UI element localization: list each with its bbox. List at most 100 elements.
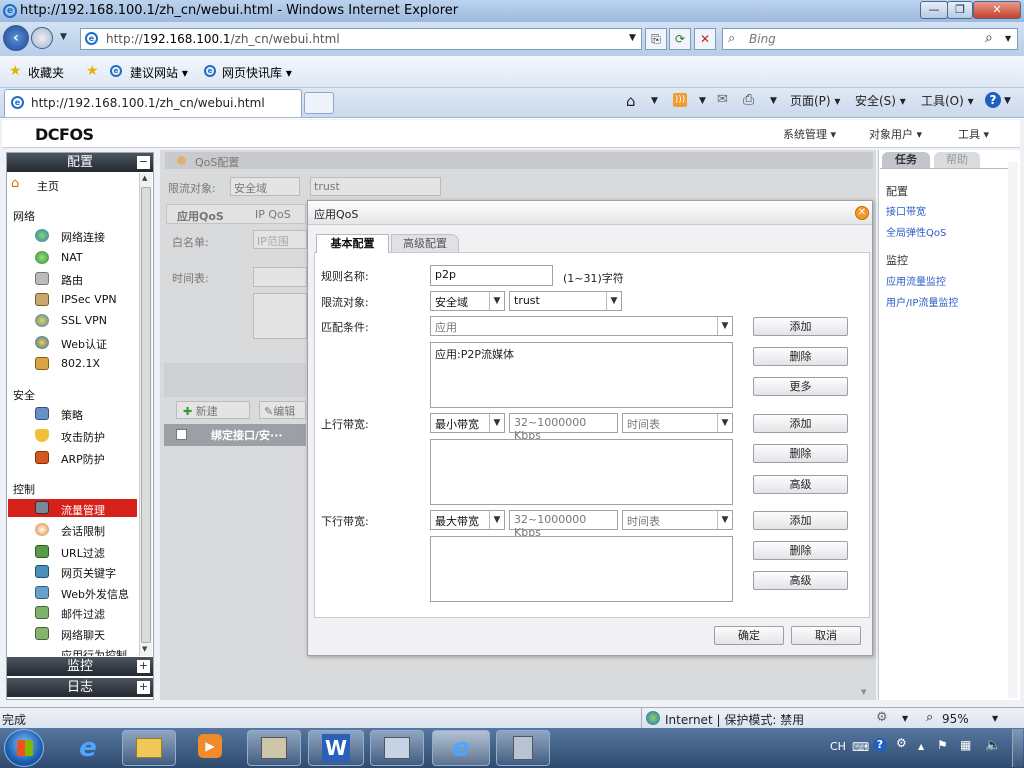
show-desktop-button[interactable] — [1012, 729, 1023, 767]
column-bind-interface[interactable]: 绑定接口/安··· — [211, 427, 283, 443]
scroll-up-icon[interactable]: ▲ — [142, 174, 147, 182]
search-input[interactable]: ⌕ Bing ⌕ ▼ — [722, 28, 1018, 50]
taskbar-word-icon[interactable]: W — [308, 730, 364, 766]
home-icon[interactable]: ⌂ — [626, 92, 636, 110]
help-icon[interactable]: ? — [985, 92, 1001, 108]
menu-system-management[interactable]: 系统管理 ▾ — [783, 126, 836, 142]
tray-expand-icon[interactable]: ▲ — [918, 742, 924, 751]
downstream-schedule-select[interactable]: 时间表 ▼ — [622, 510, 733, 530]
tab-ip-qos[interactable]: IP QoS — [255, 208, 291, 221]
edit-button[interactable]: ✎编辑 — [259, 401, 306, 419]
expand-icon[interactable]: + — [137, 681, 150, 694]
match-condition-select[interactable]: 应用 ▼ — [430, 316, 733, 336]
add-favorite-icon[interactable]: ★ — [86, 63, 99, 79]
tab-help[interactable]: 帮助 — [934, 152, 980, 168]
bg-trust-select[interactable]: trust — [310, 177, 441, 196]
safety-menu[interactable]: 安全(S) ▾ — [855, 92, 906, 109]
link-interface-bandwidth[interactable]: 接口带宽 — [886, 203, 926, 218]
new-tab-button[interactable] — [304, 92, 334, 114]
list-item[interactable]: 应用:P2P流媒体 — [435, 346, 514, 362]
tools-menu[interactable]: 工具(O) ▾ — [921, 92, 974, 109]
menu-tools[interactable]: 工具 ▾ — [958, 126, 989, 142]
feeds-dropdown-icon[interactable]: ▼ — [699, 96, 706, 106]
sidebar-item-ipsec-vpn[interactable]: IPSec VPN — [61, 293, 117, 306]
print-dropdown-icon[interactable]: ▼ — [770, 96, 777, 106]
search-icon[interactable]: ⌕ — [985, 30, 993, 46]
task-scrollbar[interactable] — [1008, 162, 1018, 698]
zoom-icon[interactable]: ⌕ — [926, 710, 933, 725]
sidebar-item-session-limit[interactable]: 会话限制 — [61, 523, 105, 539]
link-app-traffic-monitor[interactable]: 应用流量监控 — [886, 273, 946, 288]
feeds-icon[interactable]: ))) — [673, 93, 687, 107]
upstream-mode-select[interactable]: 最小带宽 ▼ — [430, 413, 505, 433]
tab-app-qos[interactable]: 应用QoS — [177, 208, 224, 224]
downstream-advanced-button[interactable]: 高级 — [753, 571, 848, 590]
refresh-icon[interactable]: ⟳ — [669, 28, 691, 50]
network-tray-icon[interactable]: ▦ — [960, 738, 971, 752]
upstream-rule-list[interactable] — [430, 439, 733, 505]
help-dropdown-icon[interactable]: ▼ — [1004, 96, 1011, 106]
zoom-dropdown-icon[interactable]: ▼ — [992, 714, 998, 723]
zone-select[interactable]: trust ▼ — [509, 291, 622, 311]
popup-blocker-icon[interactable]: ⚙ — [876, 710, 888, 725]
sidebar-item-arp-protection[interactable]: ARP防护 — [61, 451, 105, 467]
sidebar-item-routing[interactable]: 路由 — [61, 272, 83, 288]
sidebar-scrollbar[interactable]: ▲ ▼ — [139, 173, 152, 656]
upstream-advanced-button[interactable]: 高级 — [753, 475, 848, 494]
downstream-delete-button[interactable]: 删除 — [753, 541, 848, 560]
forward-icon[interactable]: › — [31, 27, 53, 49]
close-window-button[interactable]: ✕ — [973, 1, 1021, 19]
history-dropdown-icon[interactable]: ▼ — [60, 32, 67, 42]
taskbar-explorer-icon[interactable] — [122, 730, 176, 766]
ime-help-icon[interactable]: ? — [873, 738, 887, 752]
sidebar-item-url-filter[interactable]: URL过滤 — [61, 545, 105, 561]
rule-name-input[interactable]: p2p — [430, 265, 553, 286]
downstream-add-button[interactable]: 添加 — [753, 511, 848, 530]
print-icon[interactable]: ⎙ — [743, 92, 754, 108]
taskbar-ie-window[interactable]: e — [432, 730, 490, 766]
select-all-checkbox[interactable] — [176, 429, 187, 440]
sidebar-item-ssl-vpn[interactable]: SSL VPN — [61, 314, 107, 327]
match-more-button[interactable]: 更多 — [753, 377, 848, 396]
sidebar-item-web-keyword[interactable]: 网页关键字 — [61, 565, 116, 581]
tab-basic-config[interactable]: 基本配置 — [316, 234, 389, 253]
ip-range-input[interactable]: IP范围 — [253, 230, 307, 249]
match-add-button[interactable]: 添加 — [753, 317, 848, 336]
sidebar-config-header[interactable]: 配置 − — [7, 153, 153, 172]
link-global-elastic-qos[interactable]: 全局弹性QoS — [886, 224, 946, 239]
downstream-rule-list[interactable] — [430, 536, 733, 602]
start-button[interactable] — [4, 729, 44, 767]
downstream-rate-input[interactable]: 32~1000000 Kbps — [509, 510, 618, 539]
upstream-rate-input[interactable]: 32~1000000 Kbps — [509, 413, 618, 442]
address-dropdown-icon[interactable]: ▼ — [629, 33, 636, 43]
sidebar-item-mail-filter[interactable]: 邮件过滤 — [61, 606, 105, 622]
action-center-icon[interactable]: ⚑ — [937, 738, 948, 752]
sidebar-monitor-header[interactable]: 监控 + — [7, 657, 153, 676]
sidebar-item-nat[interactable]: NAT — [61, 251, 83, 264]
restore-button[interactable]: ❐ — [947, 1, 973, 19]
ok-button[interactable]: 确定 — [714, 626, 784, 645]
bg-schedule-input[interactable] — [253, 267, 307, 287]
security-zone-text[interactable]: Internet | 保护模式: 禁用 — [665, 711, 804, 728]
page-menu[interactable]: 页面(P) ▾ — [790, 92, 840, 109]
home-dropdown-icon[interactable]: ▼ — [651, 96, 658, 106]
suggested-sites-link[interactable]: 建议网站 ▾ — [130, 64, 188, 81]
sidebar-item-web-outbound[interactable]: Web外发信息 — [61, 586, 129, 602]
bg-zone-select[interactable]: 安全域 — [230, 177, 300, 196]
downstream-mode-select[interactable]: 最大带宽 ▼ — [430, 510, 505, 530]
ime-settings-icon[interactable]: ⚙ — [896, 736, 907, 750]
taskbar-app-2[interactable] — [370, 730, 424, 766]
upstream-delete-button[interactable]: 删除 — [753, 444, 848, 463]
sidebar-item-network-connection[interactable]: 网络连接 — [61, 229, 105, 245]
sidebar-scroll-thumb[interactable] — [141, 187, 151, 643]
match-condition-list[interactable]: 应用:P2P流媒体 — [430, 342, 733, 408]
search-options-icon[interactable]: ▼ — [1005, 34, 1011, 43]
sidebar-item-im-chat[interactable]: 网络聊天 — [61, 627, 105, 643]
sidebar-item-home[interactable]: 主页 — [37, 178, 59, 194]
compat-view-icon[interactable]: ⎘ — [645, 28, 667, 50]
sidebar-item-attack-protection[interactable]: 攻击防护 — [61, 429, 105, 445]
taskbar-app-3[interactable] — [496, 730, 550, 766]
link-user-ip-traffic-monitor[interactable]: 用户/IP流量监控 — [886, 294, 958, 309]
tab-tasks[interactable]: 任务 — [882, 152, 930, 168]
dialog-close-icon[interactable]: ✕ — [855, 206, 869, 220]
